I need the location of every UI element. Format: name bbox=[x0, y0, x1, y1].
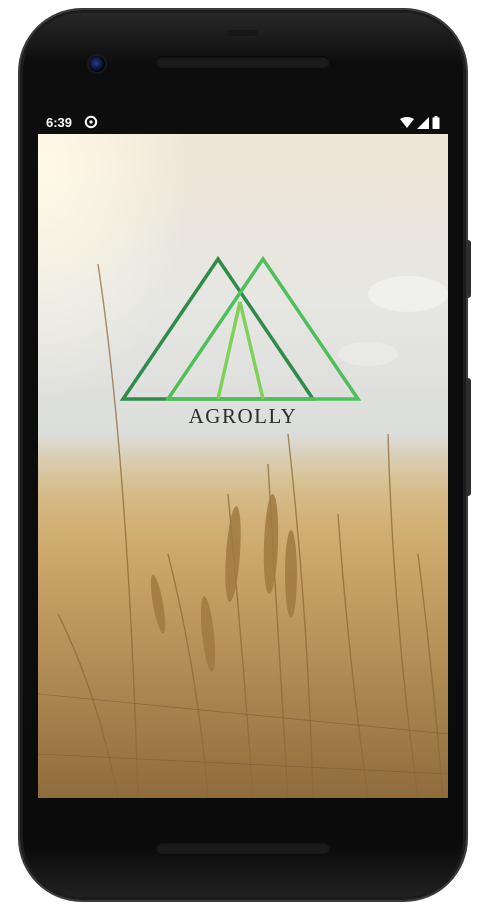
earpiece-speaker bbox=[156, 56, 330, 68]
front-camera-icon bbox=[89, 56, 105, 72]
power-button bbox=[466, 240, 471, 298]
status-icons bbox=[400, 116, 440, 129]
wheat-field-background bbox=[38, 134, 448, 798]
sync-icon bbox=[84, 115, 98, 129]
signal-icon bbox=[417, 116, 429, 129]
volume-button bbox=[466, 378, 471, 496]
status-bar: 6:39 bbox=[38, 112, 448, 134]
proximity-sensor bbox=[228, 30, 258, 36]
status-time: 6:39 bbox=[46, 115, 73, 130]
brand-name: AGROLLY bbox=[188, 404, 298, 428]
wifi-icon bbox=[400, 116, 414, 128]
splash-screen: AGROLLY bbox=[38, 134, 448, 798]
bottom-speaker bbox=[156, 842, 330, 854]
agrolly-logo-icon bbox=[119, 255, 362, 401]
battery-icon bbox=[432, 116, 440, 129]
